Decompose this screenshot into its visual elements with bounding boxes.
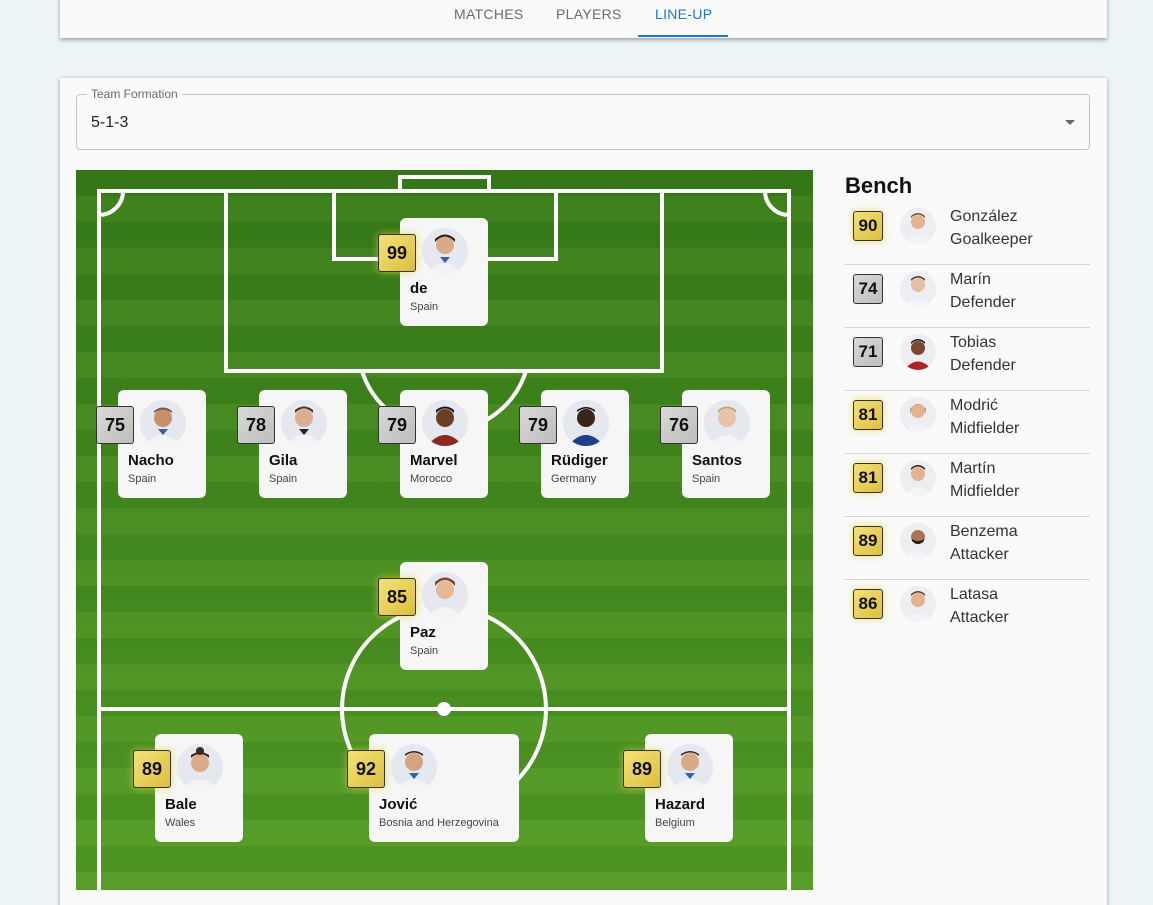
player-name: Jović (379, 796, 418, 813)
player-card-midfielder[interactable]: 85 Paz Spain (378, 562, 488, 670)
formation-select[interactable]: Team Formation 5-1-3 (76, 87, 1090, 150)
player-avatar (391, 744, 437, 790)
bench-player-name: Martín (950, 460, 996, 477)
player-avatar (900, 460, 936, 496)
bench-player-name: Marín (950, 271, 991, 288)
player-avatar (900, 523, 936, 559)
player-country: Spain (692, 473, 721, 485)
player-country: Morocco (410, 473, 453, 485)
player-country: Spain (128, 473, 157, 485)
dropdown-arrow-icon[interactable] (1065, 120, 1075, 125)
player-avatar (281, 400, 327, 446)
player-card-attacker[interactable]: 89 Hazard Belgium (623, 734, 733, 842)
active-tab-indicator (638, 35, 728, 37)
player-name: Nacho (128, 452, 174, 469)
nav-tabs: MATCHES PLAYERS LINE-UP (60, 0, 1107, 38)
bench-player-name: González (950, 208, 1018, 225)
player-avatar (900, 586, 936, 622)
bench-player-position: Midfielder (950, 483, 1020, 500)
bench-player[interactable]: 81 Martín Midfielder (845, 454, 1090, 517)
bench-player[interactable]: 89 Benzema Attacker (845, 517, 1090, 580)
player-name: Hazard (655, 796, 706, 813)
player-rating: 79 (378, 406, 416, 444)
bench-player-position: Defender (950, 357, 1016, 374)
formation-label: Team Formation (87, 87, 182, 101)
bench-player[interactable]: 90 González Goalkeeper (845, 202, 1090, 265)
player-rating: 75 (96, 406, 134, 444)
player-rating: 89 (133, 750, 171, 788)
bench-player-name: Modrić (950, 397, 999, 414)
lineup-panel: Team Formation 5-1-3 99 de Spain 75 Nach… (60, 78, 1107, 905)
player-name: Paz (410, 624, 436, 641)
bench-player-name: Latasa (950, 586, 999, 603)
player-rating: 89 (623, 750, 661, 788)
player-avatar (177, 744, 223, 790)
player-rating: 90 (853, 211, 883, 241)
football-pitch: 99 de Spain 75 Nacho Spain 78 Gila Spain… (76, 170, 813, 890)
bench-player-position: Attacker (950, 546, 1009, 563)
player-name: Marvel (410, 452, 458, 469)
player-avatar (422, 572, 468, 618)
player-avatar (667, 744, 713, 790)
player-rating: 85 (378, 578, 416, 616)
player-card-attacker[interactable]: 89 Bale Wales (133, 734, 243, 842)
bench-player-position: Goalkeeper (950, 231, 1033, 248)
player-rating: 76 (660, 406, 698, 444)
player-rating: 99 (378, 234, 416, 272)
player-name: Rüdiger (551, 452, 608, 469)
player-card-attacker[interactable]: 92 Jović Bosnia and Herzegovina (347, 734, 519, 842)
player-rating: 81 (853, 463, 883, 493)
bench-player-name: Tobias (950, 334, 997, 351)
player-avatar (422, 400, 468, 446)
bench-title: Bench (845, 173, 913, 198)
player-avatar (900, 334, 936, 370)
bench-player[interactable]: 81 Modrić Midfielder (845, 391, 1090, 454)
player-card-defender[interactable]: 76 Santos Spain (660, 390, 770, 498)
player-country: Bosnia and Herzegovina (379, 817, 499, 829)
player-avatar (422, 228, 468, 274)
tab-line-up[interactable]: LINE-UP (655, 6, 712, 22)
player-rating: 78 (237, 406, 275, 444)
player-avatar (563, 400, 609, 446)
player-rating: 79 (519, 406, 557, 444)
tab-matches[interactable]: MATCHES (454, 6, 524, 22)
bench-player-position: Defender (950, 294, 1016, 311)
player-name: Santos (692, 452, 743, 469)
player-country: Spain (410, 301, 439, 313)
player-name: Bale (165, 796, 197, 813)
player-rating: 86 (853, 589, 883, 619)
player-country: Germany (551, 473, 597, 485)
player-rating: 74 (853, 274, 883, 304)
player-card-defender[interactable]: 75 Nacho Spain (96, 390, 206, 498)
bench-player-position: Midfielder (950, 420, 1020, 437)
player-avatar (704, 400, 750, 446)
player-rating: 89 (853, 526, 883, 556)
bench-player-name: Benzema (950, 523, 1018, 540)
formation-value: 5-1-3 (91, 114, 129, 131)
player-avatar (900, 397, 936, 433)
player-card-defender[interactable]: 79 Marvel Morocco (378, 390, 488, 498)
player-country: Wales (165, 817, 196, 829)
bench-player[interactable]: 74 Marín Defender (845, 265, 1090, 328)
player-card-defender[interactable]: 78 Gila Spain (237, 390, 347, 498)
bench-player[interactable]: 71 Tobias Defender (845, 328, 1090, 391)
player-name: de (410, 280, 428, 297)
player-avatar (900, 271, 936, 307)
player-rating: 81 (853, 400, 883, 430)
player-card-defender[interactable]: 79 Rüdiger Germany (519, 390, 629, 498)
player-rating: 92 (347, 750, 385, 788)
player-country: Spain (410, 645, 439, 657)
player-avatar (140, 400, 186, 446)
bench-player-position: Attacker (950, 609, 1009, 626)
tab-players[interactable]: PLAYERS (556, 6, 622, 22)
player-country: Belgium (655, 817, 695, 829)
player-card-goalkeeper[interactable]: 99 de Spain (378, 218, 488, 326)
bench-player[interactable]: 86 Latasa Attacker (845, 580, 1090, 643)
player-name: Gila (269, 452, 298, 469)
player-rating: 71 (853, 337, 883, 367)
player-country: Spain (269, 473, 298, 485)
player-avatar (900, 208, 936, 244)
